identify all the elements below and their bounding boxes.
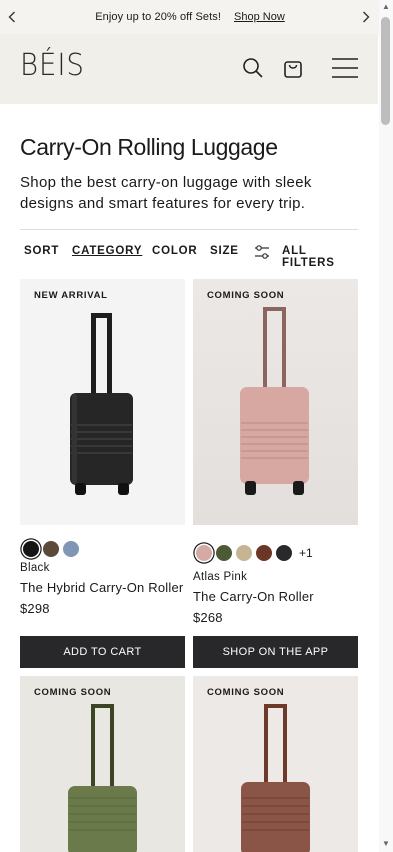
product-name[interactable]: The Carry-On Roller [193, 589, 314, 604]
product-name[interactable]: The Hybrid Carry-On Roller [20, 580, 183, 595]
category-filter-button[interactable]: CATEGORY [72, 245, 142, 257]
chevron-right-icon[interactable] [358, 9, 374, 25]
scroll-down-arrow-icon[interactable]: ▼ [382, 839, 390, 848]
page-description: Shop the best carry-on luggage with slee… [20, 174, 312, 212]
product-image[interactable]: NEW ARRIVAL [20, 279, 185, 525]
size-filter-button[interactable]: SIZE [210, 245, 239, 257]
product-image[interactable]: COMING SOON [193, 279, 358, 525]
selected-color-name: Atlas Pink [193, 571, 248, 583]
divider [20, 229, 358, 230]
chevron-left-icon[interactable] [4, 9, 20, 25]
color-swatch-atlas-pink[interactable] [196, 545, 212, 561]
color-swatch-beige[interactable] [236, 545, 252, 561]
site-header: BÉIS [0, 34, 378, 104]
promo-text: Enjoy up to 20% off Sets! [95, 11, 222, 23]
promo-bar: Enjoy up to 20% off Sets! Shop Now [0, 0, 380, 34]
product-image[interactable]: COMING SOON [20, 676, 185, 852]
color-swatch-brown[interactable] [43, 541, 59, 557]
brown-suitcase-image [241, 704, 310, 852]
black-suitcase-image [70, 313, 133, 495]
color-swatch-blue[interactable] [63, 541, 79, 557]
menu-icon[interactable] [330, 56, 360, 80]
shopping-bag-icon[interactable] [281, 56, 305, 80]
page-title: Carry-On Rolling Luggage [20, 134, 278, 160]
selected-color-name: Black [20, 562, 50, 574]
scroll-up-arrow-icon[interactable]: ▲ [382, 2, 390, 11]
product-price: $298 [20, 601, 50, 616]
page-scrollbar[interactable] [379, 0, 393, 852]
color-swatch-black[interactable] [276, 545, 292, 561]
all-filters-button[interactable]: ALL FILTERS [282, 245, 358, 269]
green-suitcase-image [68, 704, 137, 852]
filter-bar: SORT CATEGORY COLOR SIZE ALL FILTERS [20, 244, 358, 269]
promo-shop-now-link[interactable]: Shop Now [234, 11, 285, 23]
product-image[interactable]: COMING SOON [193, 676, 358, 852]
product-price: $268 [193, 610, 223, 625]
color-swatch-black[interactable] [23, 541, 39, 557]
color-swatch-olive[interactable] [216, 545, 232, 561]
scrollbar-thumb[interactable] [381, 17, 390, 125]
shop-on-the-app-button[interactable]: SHOP ON THE APP [193, 636, 358, 668]
more-colors-count[interactable]: +1 [299, 546, 313, 560]
brand-logo[interactable]: BÉIS [20, 48, 85, 83]
filter-sliders-icon[interactable] [254, 244, 270, 260]
pink-suitcase-image [240, 307, 309, 495]
color-swatch-maple[interactable] [256, 545, 272, 561]
color-filter-button[interactable]: COLOR [152, 245, 198, 257]
add-to-cart-button[interactable]: ADD TO CART [20, 636, 185, 668]
search-icon[interactable] [241, 56, 265, 80]
sort-button[interactable]: SORT [24, 245, 59, 257]
